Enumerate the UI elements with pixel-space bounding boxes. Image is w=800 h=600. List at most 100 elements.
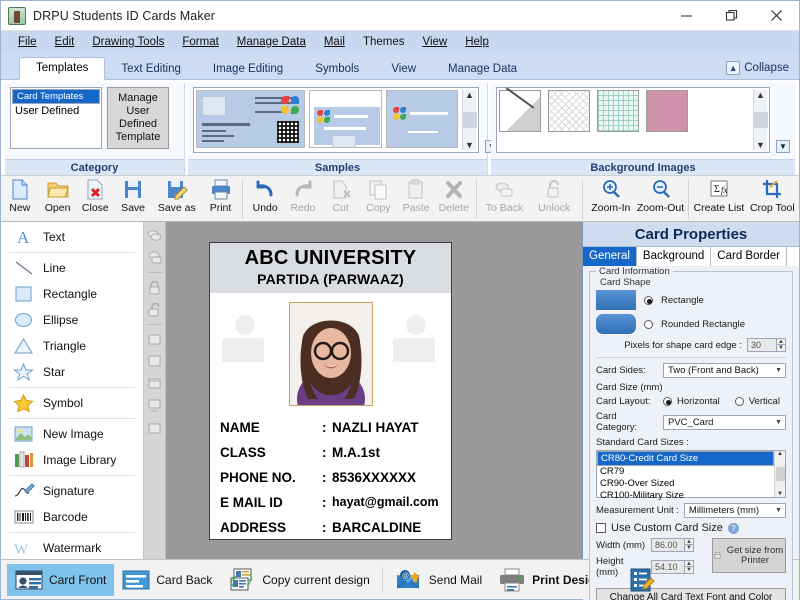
align-left-icon[interactable]	[146, 332, 163, 347]
tab-text-editing[interactable]: Text Editing	[105, 59, 196, 80]
minimize-button[interactable]	[664, 1, 709, 30]
toolbar-create-list-button[interactable]: Σfx Create List	[692, 178, 745, 214]
shape-option-rectangle-row[interactable]: Rectangle	[596, 290, 786, 310]
sample-template-2[interactable]	[309, 90, 381, 148]
tab-card-border[interactable]: Card Border	[711, 247, 787, 266]
palette-item-new-image[interactable]: New Image	[1, 421, 143, 447]
card-field-row[interactable]: NAME : NAZLI HAYAT	[220, 415, 441, 440]
background-thumb-2[interactable]	[548, 90, 590, 132]
toolbar-zoom-in-button[interactable]: Zoom-In	[586, 178, 636, 214]
toolbar-copy-button[interactable]: Copy	[360, 178, 398, 214]
toolbar-new-button[interactable]: New	[1, 178, 39, 214]
menu-format[interactable]: Format	[173, 34, 227, 50]
radio-vertical[interactable]	[735, 397, 744, 406]
palette-item-rectangle[interactable]: Rectangle	[1, 281, 143, 307]
help-question-icon[interactable]: ?	[728, 523, 739, 534]
background-thumb-3[interactable]	[597, 90, 639, 132]
standard-size-option[interactable]: CR100-Military Size	[597, 490, 774, 502]
toolbar-close-button[interactable]: Close	[76, 178, 114, 214]
toolbar-redo-button[interactable]: Redo	[284, 178, 322, 214]
card-field-row[interactable]: PHONE NO. : 8536XXXXXX	[220, 465, 441, 490]
align-right-icon[interactable]	[146, 376, 163, 391]
tab-templates[interactable]: Templates	[19, 57, 105, 80]
align-center-icon[interactable]	[146, 354, 163, 369]
toolbar-open-button[interactable]: Open	[39, 178, 77, 214]
change-all-card-text-font-color-button[interactable]: Change All Card Text Font and Color	[596, 588, 786, 600]
card-field-row[interactable]: CLASS : M.A.1st	[220, 440, 441, 465]
toolbar-delete-button[interactable]: Delete	[435, 178, 473, 214]
pixels-edge-stepper-up[interactable]: ▲	[777, 338, 786, 345]
id-card-design[interactable]: ABC UNIVERSITY PARTIDA (PARWAAZ)	[209, 242, 452, 540]
card-photo[interactable]	[289, 302, 373, 406]
radio-rectangle[interactable]	[644, 296, 653, 305]
background-images-gallery[interactable]: ▲ ▼	[496, 87, 770, 153]
card-subtitle[interactable]: PARTIDA (PARWAAZ)	[210, 271, 451, 287]
standard-size-option[interactable]: CR79	[597, 466, 774, 478]
rectangle-swatch-icon[interactable]	[596, 290, 636, 310]
menu-drawing-tools[interactable]: Drawing Tools	[83, 34, 173, 50]
unlock-icon[interactable]	[146, 302, 163, 317]
scrollbar-thumb[interactable]	[754, 112, 768, 128]
palette-item-image-library[interactable]: Image Library	[1, 447, 143, 473]
background-thumb-4[interactable]	[646, 90, 688, 132]
standard-sizes-scrollbar[interactable]: ▲ ▼	[774, 451, 785, 497]
category-option-user-defined[interactable]: User Defined	[12, 104, 100, 118]
pixels-edge-stepper-down[interactable]: ▼	[777, 345, 786, 352]
align-top-icon[interactable]	[146, 398, 163, 413]
custom-card-size-row[interactable]: Use Custom Card Size ?	[596, 522, 786, 534]
sample-template-3[interactable]	[386, 90, 458, 148]
scrollbar-thumb[interactable]	[463, 112, 477, 128]
tab-background[interactable]: Background	[637, 247, 711, 266]
menu-edit[interactable]: Edit	[46, 34, 84, 50]
scroll-up-icon[interactable]: ▲	[465, 90, 474, 100]
width-input[interactable]: 86.00	[651, 538, 685, 552]
toolbar-save-as-button[interactable]: Save as	[152, 178, 202, 214]
tab-general[interactable]: General	[583, 247, 637, 266]
collapse-ribbon-button[interactable]: ▲ Collapse	[726, 61, 789, 75]
custom-card-size-checkbox[interactable]	[596, 523, 606, 533]
scroll-down-icon[interactable]: ▼	[465, 140, 474, 150]
palette-item-symbol[interactable]: Symbol	[1, 390, 143, 416]
radio-horizontal[interactable]	[663, 397, 672, 406]
scrollbar-thumb[interactable]	[776, 467, 785, 481]
scroll-down-icon[interactable]: ▼	[756, 140, 765, 150]
palette-item-signature[interactable]: Signature	[1, 478, 143, 504]
align-bottom-icon[interactable]	[146, 420, 163, 435]
card-sides-select[interactable]: Two (Front and Back) ▼	[663, 363, 786, 378]
standard-card-sizes-listbox[interactable]: CR80-Credit Card Size CR79 CR90-Over Siz…	[596, 450, 786, 498]
palette-item-ellipse[interactable]: Ellipse	[1, 307, 143, 333]
card-field-row[interactable]: ADDRESS : BARCALDINE	[220, 515, 441, 540]
shape-option-rounded-rectangle-row[interactable]: Rounded Rectangle	[596, 314, 786, 334]
menu-themes[interactable]: Themes	[354, 34, 414, 50]
tab-symbols[interactable]: Symbols	[299, 59, 375, 80]
tab-image-editing[interactable]: Image Editing	[197, 59, 299, 80]
toolbar-zoom-out-button[interactable]: Zoom-Out	[636, 178, 686, 214]
width-stepper-up[interactable]: ▲	[685, 538, 694, 545]
toolbar-undo-button[interactable]: Undo	[246, 178, 284, 214]
palette-item-line[interactable]: Line	[1, 255, 143, 281]
card-front-button[interactable]: Card Front	[7, 564, 114, 596]
pixels-edge-input[interactable]: 30	[747, 338, 777, 352]
category-option-card-templates[interactable]: Card Templates	[12, 89, 100, 104]
menu-view[interactable]: View	[413, 34, 456, 50]
toolbar-print-button[interactable]: Print	[202, 178, 240, 214]
toolbar-crop-tool-button[interactable]: Crop Tool	[746, 178, 799, 214]
radio-rounded-rectangle[interactable]	[644, 320, 653, 329]
get-size-from-printer-button[interactable]: Get size from Printer	[712, 538, 786, 573]
card-back-button[interactable]: Card Back	[114, 564, 220, 596]
background-thumb-1[interactable]	[499, 90, 541, 132]
toolbar-to-back-button[interactable]: To Back	[480, 178, 530, 214]
toolbar-unlock-button[interactable]: Unlock	[529, 178, 579, 214]
background-images-scrollbar[interactable]: ▲ ▼	[753, 90, 767, 150]
menu-help[interactable]: Help	[456, 34, 498, 50]
height-stepper-up[interactable]: ▲	[685, 560, 694, 567]
palette-item-barcode[interactable]: Barcode	[1, 504, 143, 530]
card-field-row[interactable]: E MAIL ID : hayat@gmail.com	[220, 490, 441, 515]
card-university-name[interactable]: ABC UNIVERSITY	[210, 247, 451, 270]
design-canvas[interactable]: ABC UNIVERSITY PARTIDA (PARWAAZ)	[166, 222, 582, 559]
palette-item-watermark[interactable]: W Watermark	[1, 535, 143, 561]
sample-template-1[interactable]	[196, 90, 305, 148]
measurement-unit-select[interactable]: Millimeters (mm) ▼	[684, 503, 786, 518]
samples-gallery[interactable]: ▲ ▼	[193, 87, 479, 153]
toolbar-paste-button[interactable]: Paste	[397, 178, 435, 214]
